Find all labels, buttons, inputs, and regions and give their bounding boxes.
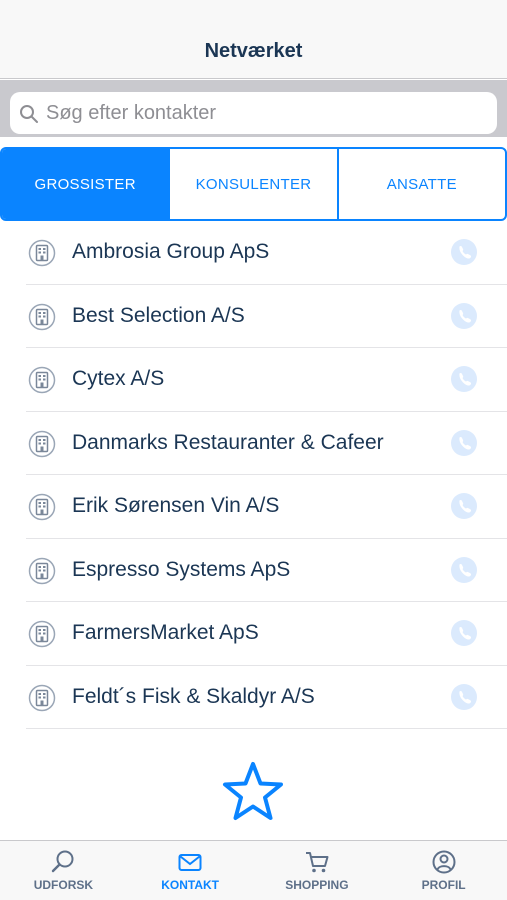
contact-name: Espresso Systems ApS xyxy=(72,557,291,581)
building-icon xyxy=(28,493,56,521)
star-icon[interactable] xyxy=(221,760,285,824)
phone-icon[interactable] xyxy=(450,492,478,520)
segment-grossister[interactable]: GROSSISTER xyxy=(2,149,169,219)
contact-row[interactable]: Espresso Systems ApS xyxy=(0,539,507,603)
building-icon xyxy=(28,303,56,330)
building-icon xyxy=(28,620,56,648)
building-icon xyxy=(28,684,56,711)
contact-name: Feldt´s Fisk & Skaldyr A/S xyxy=(72,684,315,708)
contact-name: Danmarks Restauranter & Cafeer xyxy=(72,430,384,454)
contact-list: Ambrosia Group ApS Best Selection A/S Cyte… xyxy=(0,221,507,729)
contact-row[interactable]: FarmersMarket ApS xyxy=(0,602,507,666)
cart-icon xyxy=(305,852,329,873)
contact-row[interactable]: Ambrosia Group ApS xyxy=(0,221,507,285)
contact-row[interactable]: Erik Sørensen Vin A/S xyxy=(0,475,507,539)
contact-name: FarmersMarket ApS xyxy=(72,621,259,644)
building-icon xyxy=(28,366,56,394)
page-title: Netværket xyxy=(204,40,303,62)
contact-row[interactable]: Cytex A/S xyxy=(0,348,507,412)
tab-udforsk[interactable]: UDFORSK xyxy=(0,841,127,900)
mail-icon xyxy=(178,854,202,871)
tab-label: KONTAKT xyxy=(161,878,220,892)
search-bar xyxy=(0,80,507,137)
navigation-bar: Netværket xyxy=(0,0,507,79)
contact-name: Cytex A/S xyxy=(72,367,165,390)
building-icon xyxy=(28,239,56,267)
search-icon xyxy=(20,105,38,123)
tab-label: SHOPPING xyxy=(285,878,349,892)
phone-icon[interactable] xyxy=(450,429,478,457)
contact-row[interactable]: Best Selection A/S xyxy=(0,285,507,349)
phone-icon[interactable] xyxy=(450,365,478,393)
phone-icon[interactable] xyxy=(450,556,478,584)
building-icon xyxy=(28,557,56,584)
tab-bar: UDFORSK KONTAKT SHOPPING PROFIL xyxy=(0,840,507,900)
tab-shopping[interactable]: SHOPPING xyxy=(254,841,381,900)
contact-name: Erik Sørensen Vin A/S xyxy=(72,494,280,517)
search-icon xyxy=(52,850,74,873)
contact-name: Best Selection A/S xyxy=(72,303,245,327)
contact-row[interactable]: Feldt´s Fisk & Skaldyr A/S xyxy=(0,666,507,730)
phone-icon[interactable] xyxy=(450,302,478,330)
tab-label: UDFORSK xyxy=(33,878,94,892)
contact-row[interactable]: Danmarks Restauranter & Cafeer xyxy=(0,412,507,476)
contact-name: Ambrosia Group ApS xyxy=(72,240,270,263)
search-input[interactable] xyxy=(46,92,486,134)
tab-profil[interactable]: PROFIL xyxy=(380,841,507,900)
phone-icon[interactable] xyxy=(450,619,478,647)
phone-icon[interactable] xyxy=(450,683,478,711)
search-box[interactable] xyxy=(10,92,497,134)
phone-icon[interactable] xyxy=(450,238,478,266)
segment-konsulenter[interactable]: KONSULENTER xyxy=(168,149,336,219)
segment-ansatte[interactable]: ANSATTE xyxy=(336,149,505,219)
building-icon xyxy=(28,430,56,457)
tab-label: PROFIL xyxy=(421,878,466,892)
tab-kontakt[interactable]: KONTAKT xyxy=(127,841,254,900)
category-segmented-control: GROSSISTER KONSULENTER ANSATTE xyxy=(0,147,507,221)
profile-icon xyxy=(432,850,456,874)
